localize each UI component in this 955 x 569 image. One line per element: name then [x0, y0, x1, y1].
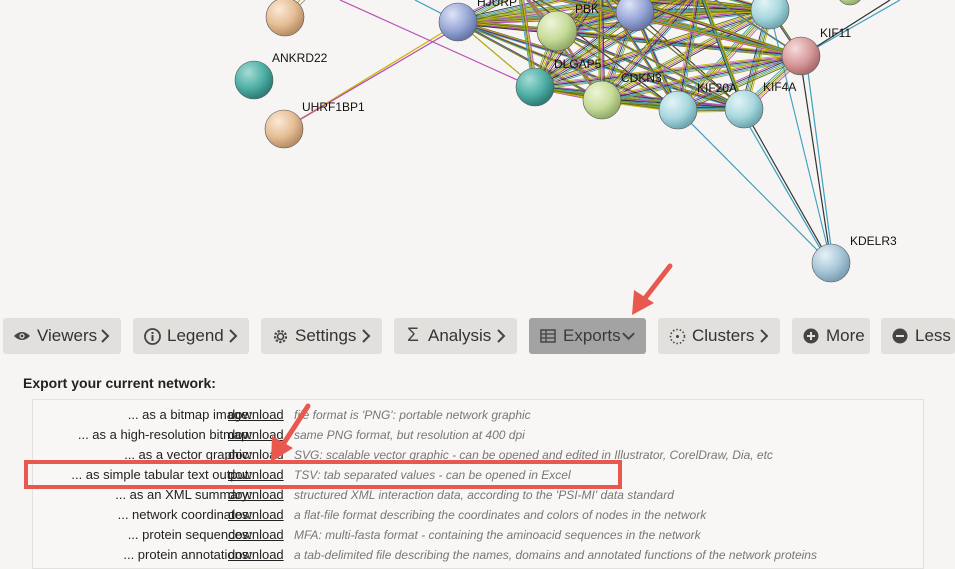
export-row-description: TSV: tab separated values - can be opene…	[294, 468, 571, 482]
download-link-coordinates[interactable]: download	[228, 505, 284, 525]
export-options-list: ... as a bitmap image: download file for…	[32, 399, 924, 569]
export-row-tsv: ... as simple tabular text output: downl…	[33, 465, 923, 485]
gear-icon	[271, 327, 289, 345]
download-link-vector[interactable]: download	[228, 445, 284, 465]
download-link-bitmap[interactable]: download	[228, 405, 284, 425]
less-button[interactable]: Less	[881, 318, 955, 354]
svg-text:KIF11: KIF11	[820, 26, 851, 40]
export-row-highres: ... as a high-resolution bitmap: downloa…	[33, 425, 923, 445]
tab-legend[interactable]: Legend	[133, 318, 249, 354]
download-link-tsv[interactable]: download	[228, 465, 284, 485]
svg-text:KIF20A: KIF20A	[697, 81, 737, 95]
tab-exports[interactable]: Exports	[529, 318, 646, 354]
table-icon	[539, 327, 557, 345]
toolbar: Viewers Legend Settings Σ Analysis Expor…	[0, 318, 955, 356]
svg-text:DLGAP5: DLGAP5	[554, 57, 602, 71]
download-link-sequences[interactable]: download	[228, 525, 284, 545]
export-row-description: structured XML interaction data, accordi…	[294, 488, 674, 502]
more-button[interactable]: More	[792, 318, 870, 354]
export-panel-title: Export your current network:	[23, 375, 216, 391]
svg-text:HJURP: HJURP	[477, 0, 517, 9]
export-row-description: SVG: scalable vector graphic - can be op…	[294, 448, 773, 462]
svg-text:KDELR3: KDELR3	[850, 234, 897, 248]
svg-text:KIF4A: KIF4A	[763, 80, 796, 94]
tab-settings[interactable]: Settings	[261, 318, 382, 354]
export-row-description: a flat-file format describing the coordi…	[294, 508, 707, 522]
chevron-right-icon	[362, 329, 371, 343]
node-uhrf1bp1[interactable]: UHRF1BP1	[264, 100, 365, 149]
more-button-label: More	[826, 326, 865, 345]
node-top-peach[interactable]	[265, 0, 305, 37]
chevron-right-icon	[760, 329, 769, 343]
tab-clusters[interactable]: Clusters	[658, 318, 780, 354]
chevron-down-icon	[622, 332, 635, 341]
export-row-sequences: ... protein sequences: download MFA: mul…	[33, 525, 923, 545]
clusters-icon	[668, 327, 686, 345]
tab-clusters-label: Clusters	[692, 326, 755, 345]
tab-analysis-label: Analysis	[428, 326, 492, 345]
tab-viewers-label: Viewers	[37, 326, 98, 345]
plus-circle-icon	[802, 327, 820, 345]
svg-text:UHRF1BP1: UHRF1BP1	[302, 100, 365, 114]
export-row-coordinates: ... network coordinates: download a flat…	[33, 505, 923, 525]
tab-settings-label: Settings	[295, 326, 357, 345]
export-row-description: MFA: multi-fasta format - containing the…	[294, 528, 701, 542]
export-row-xml: ... as an XML summary: download structur…	[33, 485, 923, 505]
svg-text:PBK: PBK	[575, 2, 599, 16]
tab-viewers[interactable]: Viewers	[3, 318, 121, 354]
node-kif11[interactable]: KIF11	[781, 26, 851, 76]
download-link-highres[interactable]: download	[228, 425, 284, 445]
export-row-annotations: ... protein annotations: download a tab-…	[33, 545, 923, 565]
export-row-bitmap: ... as a bitmap image: download file for…	[33, 405, 923, 425]
tab-legend-label: Legend	[167, 326, 224, 345]
minus-circle-icon	[891, 327, 909, 345]
export-row-label: ... as simple tabular text output:	[71, 467, 252, 482]
export-row-vector: ... as a vector graphic: download SVG: s…	[33, 445, 923, 465]
node-kdelr3[interactable]: KDELR3	[811, 234, 897, 283]
tab-exports-label: Exports	[563, 326, 621, 345]
download-link-annotations[interactable]: download	[228, 545, 284, 565]
eye-icon	[13, 327, 31, 345]
chevron-right-icon	[229, 329, 238, 343]
svg-text:ANKRD22: ANKRD22	[272, 51, 328, 65]
chevron-right-icon	[101, 329, 110, 343]
less-button-label: Less	[915, 326, 951, 345]
export-row-description: file format is 'PNG': portable network g…	[294, 408, 531, 422]
chevron-right-icon	[497, 329, 506, 343]
tab-analysis[interactable]: Σ Analysis	[394, 318, 517, 354]
node-top-right-green[interactable]	[837, 0, 863, 6]
network-graph[interactable]: HJURP PBK ANKRD22 UHRF1BP1 DLGAP5 CDKN3 …	[0, 0, 955, 300]
download-link-xml[interactable]: download	[228, 485, 284, 505]
export-row-label: ... as a high-resolution bitmap:	[77, 427, 252, 442]
export-row-description: same PNG format, but resolution at 400 d…	[294, 428, 525, 442]
svg-text:CDKN3: CDKN3	[621, 71, 662, 85]
info-icon	[143, 327, 161, 345]
sigma-icon: Σ	[407, 325, 419, 346]
export-row-description: a tab-delimited file describing the name…	[294, 548, 817, 562]
node-ankrd22[interactable]: ANKRD22	[234, 51, 328, 100]
